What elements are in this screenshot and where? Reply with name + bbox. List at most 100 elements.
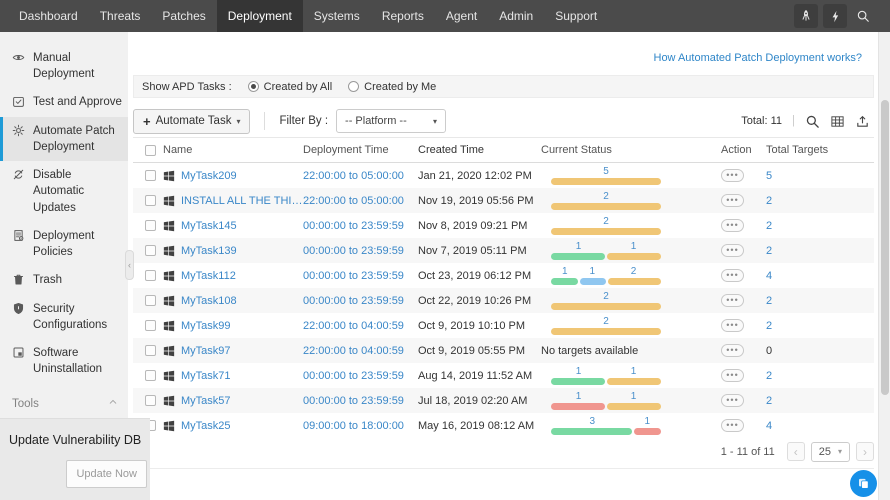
status-count-link[interactable]: 1: [634, 416, 662, 428]
nav-tab-support[interactable]: Support: [544, 0, 608, 32]
sidebar-item-test-and-approve[interactable]: Test and Approve: [0, 88, 128, 117]
row-checkbox[interactable]: [145, 245, 156, 256]
status-segment-yellow[interactable]: [551, 303, 661, 310]
total-targets-link[interactable]: 2: [766, 320, 772, 332]
status-bar[interactable]: 112: [551, 266, 661, 285]
total-targets-link[interactable]: 2: [766, 220, 772, 232]
radio-created-by-all[interactable]: Created by All: [247, 81, 332, 93]
total-targets-link[interactable]: 2: [766, 395, 772, 407]
status-segment-green[interactable]: [551, 278, 578, 285]
table-row[interactable]: MyTask97 22:00:00 to 04:00:59 Oct 9, 201…: [133, 338, 874, 363]
status-count-link[interactable]: 2: [551, 291, 661, 303]
row-checkbox[interactable]: [145, 220, 156, 231]
deployment-time-link[interactable]: 22:00:00 to 04:00:59: [303, 320, 404, 332]
vertical-scrollbar[interactable]: [878, 32, 890, 500]
task-name-link[interactable]: MyTask209: [181, 170, 237, 182]
nav-tab-reports[interactable]: Reports: [371, 0, 435, 32]
deployment-time-link[interactable]: 22:00:00 to 05:00:00: [303, 170, 404, 182]
task-name-link[interactable]: MyTask25: [181, 420, 231, 432]
lightning-icon[interactable]: [823, 4, 847, 28]
deployment-time-link[interactable]: 00:00:00 to 23:59:59: [303, 220, 404, 232]
total-targets-link[interactable]: 2: [766, 195, 772, 207]
nav-tab-admin[interactable]: Admin: [488, 0, 544, 32]
row-actions-button[interactable]: •••: [721, 394, 744, 407]
task-name-link[interactable]: MyTask71: [181, 370, 231, 382]
status-segment-yellow[interactable]: [607, 378, 661, 385]
prev-page-button[interactable]: ‹: [786, 442, 805, 461]
table-row[interactable]: MyTask57 00:00:00 to 23:59:59 Jul 18, 20…: [133, 388, 874, 413]
status-segment-yellow[interactable]: [608, 278, 661, 285]
task-name-link[interactable]: MyTask57: [181, 395, 231, 407]
row-actions-button[interactable]: •••: [721, 194, 744, 207]
row-actions-button[interactable]: •••: [721, 219, 744, 232]
nav-tab-patches[interactable]: Patches: [151, 0, 216, 32]
table-row[interactable]: MyTask99 22:00:00 to 04:00:59 Oct 9, 201…: [133, 313, 874, 338]
status-bar[interactable]: 2: [551, 216, 661, 235]
select-all-checkbox[interactable]: [145, 144, 156, 156]
status-count-link[interactable]: 2: [606, 266, 661, 278]
status-segment-blue[interactable]: [579, 278, 606, 285]
column-header-created-time[interactable]: Created Time: [418, 144, 541, 156]
radio-created-by-me[interactable]: Created by Me: [348, 81, 436, 93]
row-checkbox[interactable]: [145, 345, 156, 356]
task-name-link[interactable]: MyTask145: [181, 220, 237, 232]
column-header-name[interactable]: Name: [163, 144, 303, 156]
task-name-link[interactable]: MyTask97: [181, 345, 231, 357]
status-segment-yellow[interactable]: [607, 403, 661, 410]
column-chooser-icon[interactable]: [830, 114, 845, 129]
status-count-link[interactable]: 1: [606, 366, 661, 378]
status-bar[interactable]: 11: [551, 366, 661, 385]
total-targets-link[interactable]: 5: [766, 170, 772, 182]
status-bar[interactable]: 2: [551, 291, 661, 310]
task-name-link[interactable]: MyTask139: [181, 245, 237, 257]
nav-tab-threats[interactable]: Threats: [89, 0, 152, 32]
status-bar[interactable]: 5: [551, 166, 661, 185]
sidebar-item-automate-patch-deployment[interactable]: Automate Patch Deployment: [0, 117, 128, 162]
sidebar-item-trash[interactable]: Trash: [0, 266, 128, 295]
status-bar[interactable]: 2: [551, 191, 661, 210]
rocket-icon[interactable]: [794, 4, 818, 28]
row-actions-button[interactable]: •••: [721, 319, 744, 332]
nav-tab-dashboard[interactable]: Dashboard: [8, 0, 89, 32]
status-segment-green[interactable]: [551, 253, 605, 260]
table-row[interactable]: INSTALL ALL THE THINGS 22:00:00 to 05:00…: [133, 188, 874, 213]
status-segment-green[interactable]: [551, 378, 605, 385]
status-count-link[interactable]: 1: [579, 266, 607, 278]
page-size-select[interactable]: 25 ▾: [810, 441, 850, 462]
radio-button[interactable]: [348, 81, 360, 92]
status-count-link[interactable]: 1: [551, 391, 606, 403]
row-checkbox[interactable]: [145, 170, 156, 181]
chat-icon[interactable]: [850, 470, 877, 497]
row-checkbox[interactable]: [145, 370, 156, 381]
export-icon[interactable]: [855, 114, 870, 129]
deployment-time-link[interactable]: 00:00:00 to 23:59:59: [303, 245, 404, 257]
status-count-link[interactable]: 1: [606, 391, 661, 403]
nav-tab-deployment[interactable]: Deployment: [216, 0, 303, 32]
column-header-deployment-time[interactable]: Deployment Time: [303, 144, 418, 156]
table-row[interactable]: MyTask25 09:00:00 to 18:00:00 May 16, 20…: [133, 413, 874, 438]
deployment-time-link[interactable]: 00:00:00 to 23:59:59: [303, 295, 404, 307]
deployment-time-link[interactable]: 22:00:00 to 04:00:59: [303, 345, 404, 357]
deployment-time-link[interactable]: 00:00:00 to 23:59:59: [303, 370, 404, 382]
table-row[interactable]: MyTask71 00:00:00 to 23:59:59 Aug 14, 20…: [133, 363, 874, 388]
status-bar[interactable]: 11: [551, 241, 661, 260]
deployment-time-link[interactable]: 09:00:00 to 18:00:00: [303, 420, 404, 432]
nav-tab-agent[interactable]: Agent: [435, 0, 488, 32]
status-count-link[interactable]: 1: [606, 241, 661, 253]
status-count-link[interactable]: 2: [551, 216, 661, 228]
task-name-link[interactable]: MyTask99: [181, 320, 231, 332]
table-row[interactable]: MyTask209 22:00:00 to 05:00:00 Jan 21, 2…: [133, 163, 874, 188]
deployment-time-link[interactable]: 00:00:00 to 23:59:59: [303, 395, 404, 407]
status-segment-yellow[interactable]: [551, 228, 661, 235]
sidebar-collapse-handle[interactable]: ‹: [125, 250, 134, 280]
sidebar-item-software-uninstallation[interactable]: Software Uninstallation: [0, 339, 128, 383]
total-targets-link[interactable]: 2: [766, 245, 772, 257]
row-checkbox[interactable]: [145, 320, 156, 331]
row-actions-button[interactable]: •••: [721, 419, 744, 432]
total-targets-link[interactable]: 4: [766, 420, 772, 432]
total-targets-link[interactable]: 2: [766, 370, 772, 382]
nav-tab-systems[interactable]: Systems: [303, 0, 371, 32]
table-row[interactable]: MyTask145 00:00:00 to 23:59:59 Nov 8, 20…: [133, 213, 874, 238]
status-count-link[interactable]: 2: [551, 316, 661, 328]
tools-section-header[interactable]: Tools: [0, 389, 128, 414]
